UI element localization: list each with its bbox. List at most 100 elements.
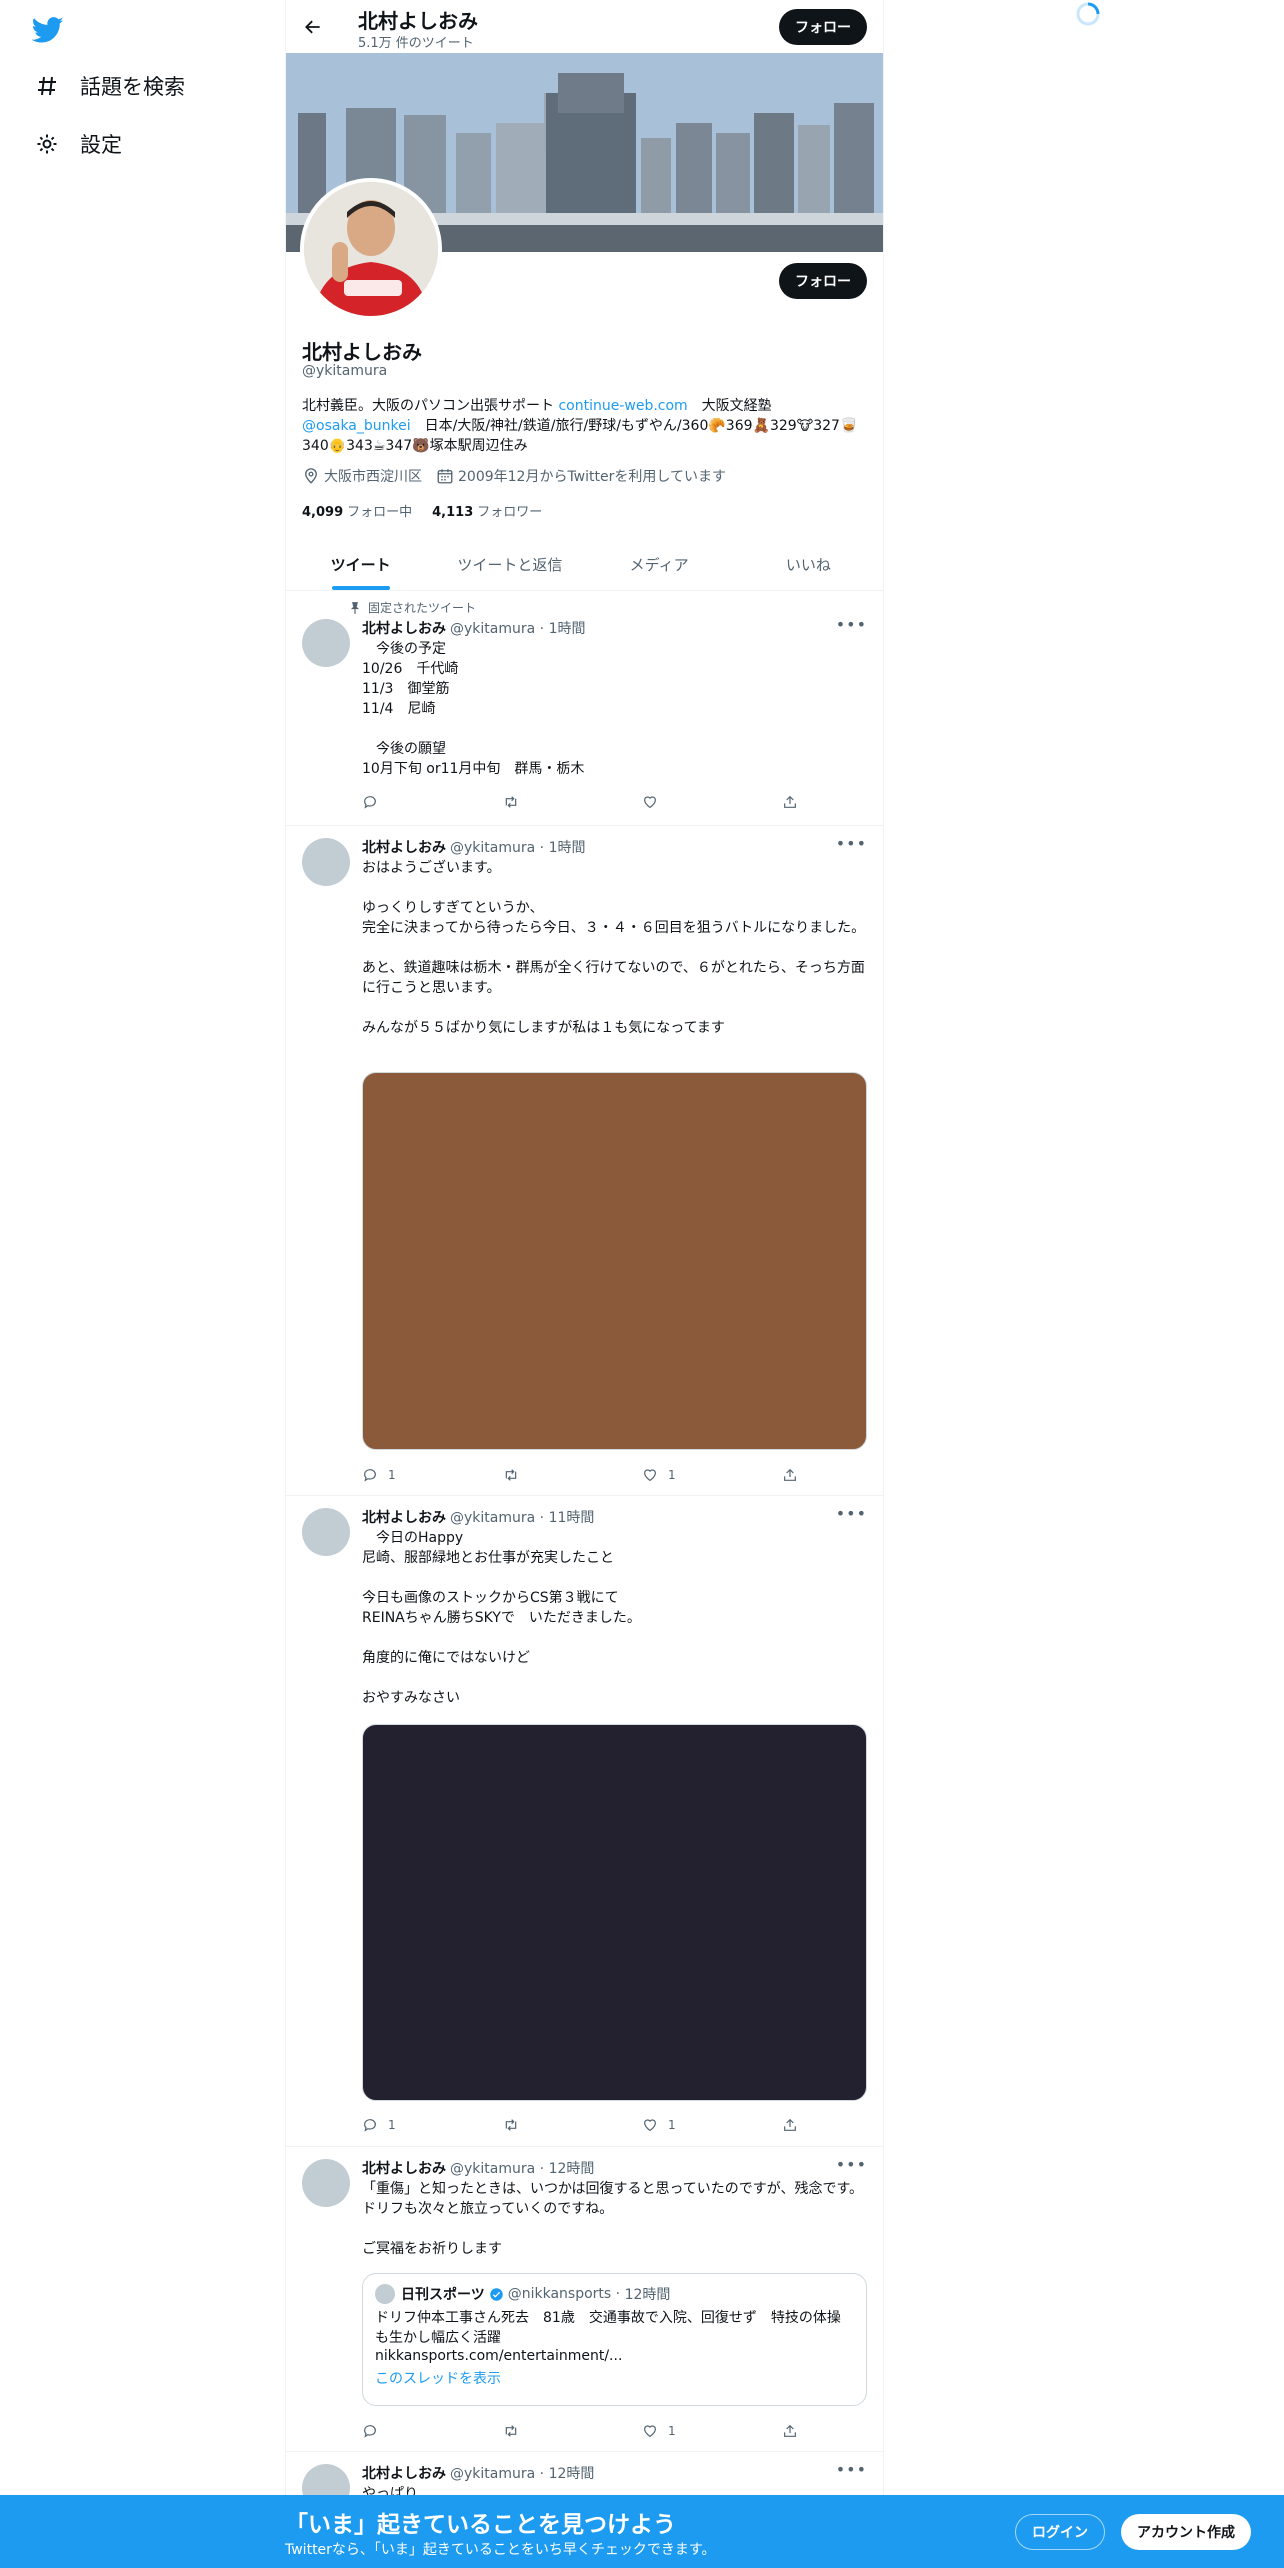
login-button[interactable]: ログイン [1015, 2514, 1105, 2550]
reply-button[interactable]: 1 [362, 1465, 442, 1485]
retweet-button[interactable] [502, 1465, 582, 1485]
heart-icon [642, 2423, 658, 2439]
sidebar-item-explore[interactable]: 話題を検索 [34, 68, 185, 104]
quote-header: 日刊スポーツ @nikkansports · 12時間 [375, 2284, 854, 2304]
tab-media[interactable]: メディア [585, 538, 734, 590]
follow-button[interactable]: フォロー [779, 263, 867, 299]
share-button[interactable] [782, 1465, 802, 1485]
reply-button[interactable] [362, 2421, 442, 2441]
tab-likes[interactable]: いいね [734, 538, 883, 590]
tweet[interactable]: 固定されたツイート 北村よしおみ @ykitamura · 1時間 ••• 今後の… [286, 591, 883, 826]
like-button[interactable]: 1 [642, 1465, 722, 1485]
profile-location: 大阪市西淀川区 [302, 466, 422, 486]
tweet-time[interactable]: 12時間 [549, 2161, 595, 2177]
retweet-button[interactable] [502, 792, 582, 812]
follow-button-header[interactable]: フォロー [779, 9, 867, 45]
tweet-text: 今日のHappy 尼崎、服部緑地とお仕事が充実したこと 今日も画像のストックから… [362, 1530, 641, 1706]
tweet[interactable]: 北村よしおみ @ykitamura · 11時間 ••• 今日のHappy 尼崎、… [286, 1496, 883, 2147]
quoted-tweet[interactable]: 日刊スポーツ @nikkansports · 12時間 ドリフ仲本工事さん死去 … [362, 2273, 867, 2406]
bio-mention-link[interactable]: @osaka_bunkei [302, 418, 411, 434]
verified-badge-icon [489, 2287, 504, 2302]
share-icon [782, 1467, 798, 1483]
tweet-header: 北村よしおみ @ykitamura · 12時間 [362, 2466, 595, 2482]
retweet-button[interactable] [502, 2421, 582, 2441]
tab-tweets[interactable]: ツイート [286, 538, 435, 590]
like-button[interactable]: 1 [642, 2421, 722, 2441]
more-options-icon[interactable]: ••• [836, 1504, 867, 1523]
tweet-handle[interactable]: @ykitamura [450, 2161, 535, 2177]
tweet-time[interactable]: 1時間 [549, 840, 586, 856]
tweet-author-name[interactable]: 北村よしおみ [362, 840, 446, 856]
signup-button[interactable]: アカウント作成 [1121, 2514, 1251, 2550]
signup-banner-subtitle: Twitterなら、「いま」起きていることをいち早くチェックできます。 [285, 2542, 716, 2558]
tweet-handle[interactable]: @ykitamura [450, 2466, 535, 2482]
pinned-label: 固定されたツイート [336, 599, 476, 616]
bio-text: 大阪文経塾 [687, 398, 772, 414]
avatar[interactable] [302, 1508, 350, 1556]
retweet-icon [502, 1467, 520, 1483]
tweet-text: 「重傷」と知ったときは、いつかは回復すると思っていたのですが、残念です。ドリフも… [362, 2181, 864, 2257]
reply-icon [362, 794, 378, 810]
share-button[interactable] [782, 792, 802, 812]
joined-text: 2009年12月からTwitterを利用しています [458, 469, 726, 485]
share-icon [782, 2423, 798, 2439]
tweet-handle[interactable]: @ykitamura [450, 840, 535, 856]
tweet-image[interactable] [362, 1724, 867, 2101]
share-icon [782, 2117, 798, 2133]
signup-banner: 「いま」起きていることを見つけよう Twitterなら、「いま」起きていることを… [0, 2495, 1284, 2568]
tweet-author-name[interactable]: 北村よしおみ [362, 2466, 446, 2482]
reply-icon [362, 2117, 378, 2133]
tweet-actions: 1 1 [362, 1465, 802, 1485]
profile-name: 北村よしおみ [302, 340, 422, 364]
header-name: 北村よしおみ [358, 9, 478, 33]
share-button[interactable] [782, 2421, 802, 2441]
profile-handle: @ykitamura [302, 363, 388, 379]
avatar[interactable] [302, 2159, 350, 2207]
tweet-handle[interactable]: @ykitamura [450, 621, 535, 637]
heart-icon [642, 2117, 658, 2133]
show-thread-link[interactable]: このスレッドを表示 [375, 2368, 854, 2388]
reply-icon [362, 2423, 378, 2439]
more-options-icon[interactable]: ••• [836, 615, 867, 634]
tweet-header: 北村よしおみ @ykitamura · 1時間 [362, 840, 586, 856]
share-button[interactable] [782, 2115, 802, 2135]
following-label: フォロー中 [347, 505, 413, 520]
tweet-author-name[interactable]: 北村よしおみ [362, 1510, 446, 1526]
bio-website-link[interactable]: continue-web.com [558, 398, 687, 414]
back-arrow-icon[interactable] [300, 14, 326, 40]
tweet-author-name[interactable]: 北村よしおみ [362, 621, 446, 637]
more-options-icon[interactable]: ••• [836, 834, 867, 853]
more-options-icon[interactable]: ••• [836, 2155, 867, 2174]
tweet[interactable]: 北村よしおみ @ykitamura · 12時間 ••• 「重傷」と知ったときは、… [286, 2147, 883, 2452]
reply-button[interactable]: 1 [362, 2115, 442, 2135]
profile-avatar[interactable] [300, 178, 442, 320]
avatar[interactable] [302, 838, 350, 886]
profile-bio: 北村義臣。大阪のパソコン出張サポート continue-web.com 大阪文経… [302, 396, 872, 456]
tweet-time[interactable]: 1時間 [549, 621, 586, 637]
tweet[interactable]: 北村よしおみ @ykitamura · 1時間 ••• おはようございます。 ゆっ… [286, 826, 883, 1496]
like-button[interactable] [642, 792, 722, 812]
quote-author-name: 日刊スポーツ [401, 2287, 485, 2303]
like-button[interactable]: 1 [642, 2115, 722, 2135]
bio-text: 北村義臣。大阪のパソコン出張サポート [302, 398, 559, 414]
avatar[interactable] [302, 619, 350, 667]
tweet-actions: 1 [362, 2421, 802, 2441]
reply-button[interactable] [362, 792, 442, 812]
following-link[interactable]: 4,099 フォロー中 [302, 501, 412, 520]
followers-link[interactable]: 4,113 フォロワー [432, 501, 542, 520]
twitter-bird-icon[interactable] [31, 14, 64, 46]
retweet-button[interactable] [502, 2115, 582, 2135]
tweet-time[interactable]: 12時間 [549, 2466, 595, 2482]
retweet-icon [502, 2117, 520, 2133]
location-pin-icon [302, 467, 320, 485]
tweet-time[interactable]: 11時間 [549, 1510, 595, 1526]
avatar [375, 2284, 395, 2304]
sidebar-item-settings[interactable]: 設定 [34, 126, 122, 162]
tweet-handle[interactable]: @ykitamura [450, 1510, 535, 1526]
tweet-author-name[interactable]: 北村よしおみ [362, 2161, 446, 2177]
sidebar-item-label: 話題を検索 [80, 75, 185, 99]
more-options-icon[interactable]: ••• [836, 2460, 867, 2479]
tab-tweets-and-replies[interactable]: ツイートと返信 [435, 538, 584, 590]
quote-link[interactable]: nikkansports.com/entertainment/... [375, 2348, 854, 2364]
tweet-image[interactable] [362, 1072, 867, 1450]
